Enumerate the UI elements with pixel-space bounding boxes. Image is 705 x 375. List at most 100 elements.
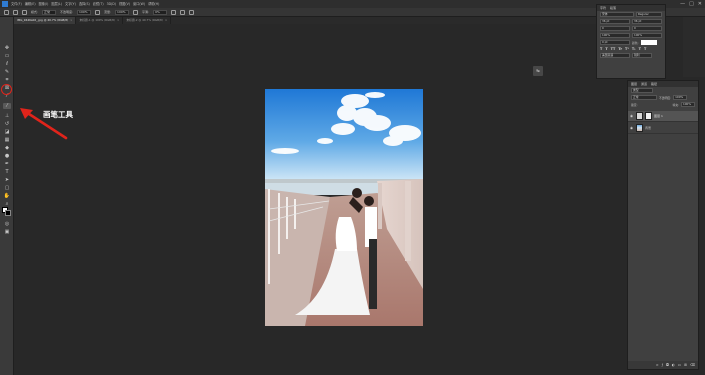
- history-brush-tool-icon[interactable]: ↺: [3, 121, 11, 127]
- menu-select[interactable]: 选择(S): [79, 0, 90, 8]
- brush-preset-icon[interactable]: [13, 9, 18, 15]
- font-family-select[interactable]: 宋体: [600, 12, 634, 17]
- kerning-field[interactable]: 0: [600, 26, 630, 31]
- move-tool-icon[interactable]: ✥: [3, 45, 11, 51]
- underline-button[interactable]: T: [639, 47, 641, 51]
- layer-kind-filter[interactable]: 类型: [631, 88, 653, 93]
- shape-tool-icon[interactable]: ▢: [3, 185, 11, 191]
- tab-document-1[interactable]: IMG_9446a02_.jpg @ 40.7% (RGB/8) ×: [14, 17, 77, 24]
- menu-help[interactable]: 帮助(H): [148, 0, 159, 8]
- language-select[interactable]: 美国英语: [600, 53, 630, 58]
- strikethrough-button[interactable]: T: [644, 47, 646, 51]
- blur-tool-icon[interactable]: ◆: [3, 145, 11, 151]
- right-dock-strip: [683, 17, 705, 77]
- close-icon[interactable]: ×: [70, 17, 72, 24]
- eraser-tool-icon[interactable]: ◪: [3, 129, 11, 135]
- quick-select-tool-icon[interactable]: ✎: [3, 69, 11, 75]
- fill-field[interactable]: 100%: [681, 102, 695, 107]
- menu-file[interactable]: 文件(F): [11, 0, 22, 8]
- marquee-tool-icon[interactable]: ▭: [3, 53, 11, 59]
- horizontal-scale-field[interactable]: 100%: [632, 33, 662, 38]
- screen-mode-icon[interactable]: ▣: [3, 229, 11, 235]
- airbrush-icon[interactable]: [133, 9, 139, 15]
- close-icon[interactable]: ×: [117, 17, 119, 24]
- smooth-field[interactable]: 0%: [153, 9, 168, 15]
- layer-opacity-field[interactable]: 100%: [673, 95, 688, 100]
- layer-row-1[interactable]: ◉ 图层 1: [628, 111, 698, 122]
- home-icon[interactable]: [4, 9, 9, 15]
- tab-layers[interactable]: 图层: [631, 81, 637, 87]
- tab-label: IMG_9446a02_.jpg @ 40.7% (RGB/8): [17, 18, 69, 22]
- flow-label: 流量:: [104, 10, 112, 14]
- fx-icon[interactable]: ƒ: [662, 363, 663, 367]
- gradient-tool-icon[interactable]: ▦: [3, 137, 11, 143]
- eye-icon[interactable]: ◉: [630, 126, 634, 130]
- type-tool-icon[interactable]: T: [3, 169, 11, 175]
- angle-icon[interactable]: [180, 9, 186, 15]
- leading-field[interactable]: 36 pt: [632, 19, 662, 24]
- layer-mask-thumbnail: [645, 112, 652, 120]
- symmetry-icon[interactable]: [189, 9, 195, 15]
- new-layer-icon[interactable]: ⊞: [684, 363, 687, 367]
- baseline-shift-field[interactable]: 0 pt: [600, 40, 630, 45]
- tab-paths[interactable]: 路径: [651, 81, 657, 87]
- close-icon[interactable]: ×: [165, 17, 167, 24]
- blend-mode-select[interactable]: 正常: [631, 95, 657, 100]
- menu-edit[interactable]: 编辑(E): [25, 0, 36, 8]
- brush-settings-icon[interactable]: [22, 9, 27, 15]
- opacity-field[interactable]: 100%: [77, 9, 92, 15]
- gear-icon[interactable]: [171, 9, 177, 15]
- antialias-select[interactable]: 锐利: [632, 53, 652, 58]
- crop-tool-icon[interactable]: ⌗: [3, 77, 11, 83]
- font-size-field[interactable]: 36 pt: [600, 19, 630, 24]
- scale-row: 100% 100%: [597, 32, 665, 39]
- background-color-swatch[interactable]: [5, 210, 11, 216]
- close-button[interactable]: ✕: [698, 0, 702, 8]
- fill-label: 填充:: [672, 102, 679, 107]
- tab-paragraph[interactable]: 段落: [610, 5, 616, 11]
- tab-document-3[interactable]: 未标题-2 @ 40.7% (RGB/8) ×: [123, 17, 172, 24]
- tab-document-2[interactable]: 未标题-1 @ 100% (RGB/8) ×: [76, 17, 124, 24]
- quick-mask-icon[interactable]: ◎: [3, 221, 11, 227]
- eye-icon[interactable]: ◉: [630, 114, 634, 118]
- adjust-icon[interactable]: ◐: [672, 363, 675, 367]
- faux-bold-button[interactable]: T: [600, 47, 602, 51]
- font-style-select[interactable]: Regular: [636, 12, 662, 17]
- subscript-button[interactable]: T₁: [632, 47, 636, 51]
- tab-character[interactable]: 字符: [600, 5, 606, 11]
- maximize-button[interactable]: □: [689, 0, 694, 8]
- dodge-tool-icon[interactable]: ●: [3, 153, 11, 159]
- vertical-scale-field[interactable]: 100%: [600, 33, 630, 38]
- brush-tool-icon[interactable]: ⁄: [3, 103, 11, 109]
- text-color-swatch[interactable]: [640, 40, 657, 45]
- layer-row-background[interactable]: ◉ 背景: [628, 123, 698, 134]
- trash-icon[interactable]: ⌫: [690, 363, 695, 367]
- menu-filter[interactable]: 滤镜(T): [93, 0, 104, 8]
- tracking-field[interactable]: 0: [632, 26, 662, 31]
- link-icon[interactable]: ∞: [656, 363, 659, 367]
- path-select-tool-icon[interactable]: ➤: [3, 177, 11, 183]
- mode-select[interactable]: 正常: [42, 9, 57, 15]
- folder-icon[interactable]: ▭: [678, 363, 681, 367]
- menu-window[interactable]: 窗口(W): [133, 0, 145, 8]
- menu-view[interactable]: 视图(V): [119, 0, 130, 8]
- superscript-button[interactable]: T¹: [625, 47, 629, 51]
- clone-stamp-tool-icon[interactable]: ⊥: [3, 113, 11, 119]
- expand-panels-button[interactable]: ↹: [533, 66, 543, 76]
- lock-label: 锁定:: [631, 102, 638, 107]
- mask-icon[interactable]: ◘: [666, 363, 669, 367]
- tab-channels[interactable]: 通道: [641, 81, 647, 87]
- pen-tool-icon[interactable]: ✒: [3, 161, 11, 167]
- lasso-tool-icon[interactable]: ℓ: [3, 61, 11, 67]
- menu-type[interactable]: 文字(Y): [65, 0, 76, 8]
- flow-field[interactable]: 100%: [115, 9, 130, 15]
- minimize-button[interactable]: —: [680, 0, 685, 8]
- all-caps-button[interactable]: TT: [611, 47, 616, 51]
- menu-3d[interactable]: 3D(D): [107, 0, 116, 8]
- small-caps-button[interactable]: Tr: [618, 47, 622, 51]
- menu-layer[interactable]: 图层(L): [51, 0, 62, 8]
- faux-italic-button[interactable]: T: [605, 47, 607, 51]
- menu-image[interactable]: 图像(I): [39, 0, 49, 8]
- hand-tool-icon[interactable]: ✋: [3, 193, 11, 199]
- pressure-opacity-icon[interactable]: [95, 9, 101, 15]
